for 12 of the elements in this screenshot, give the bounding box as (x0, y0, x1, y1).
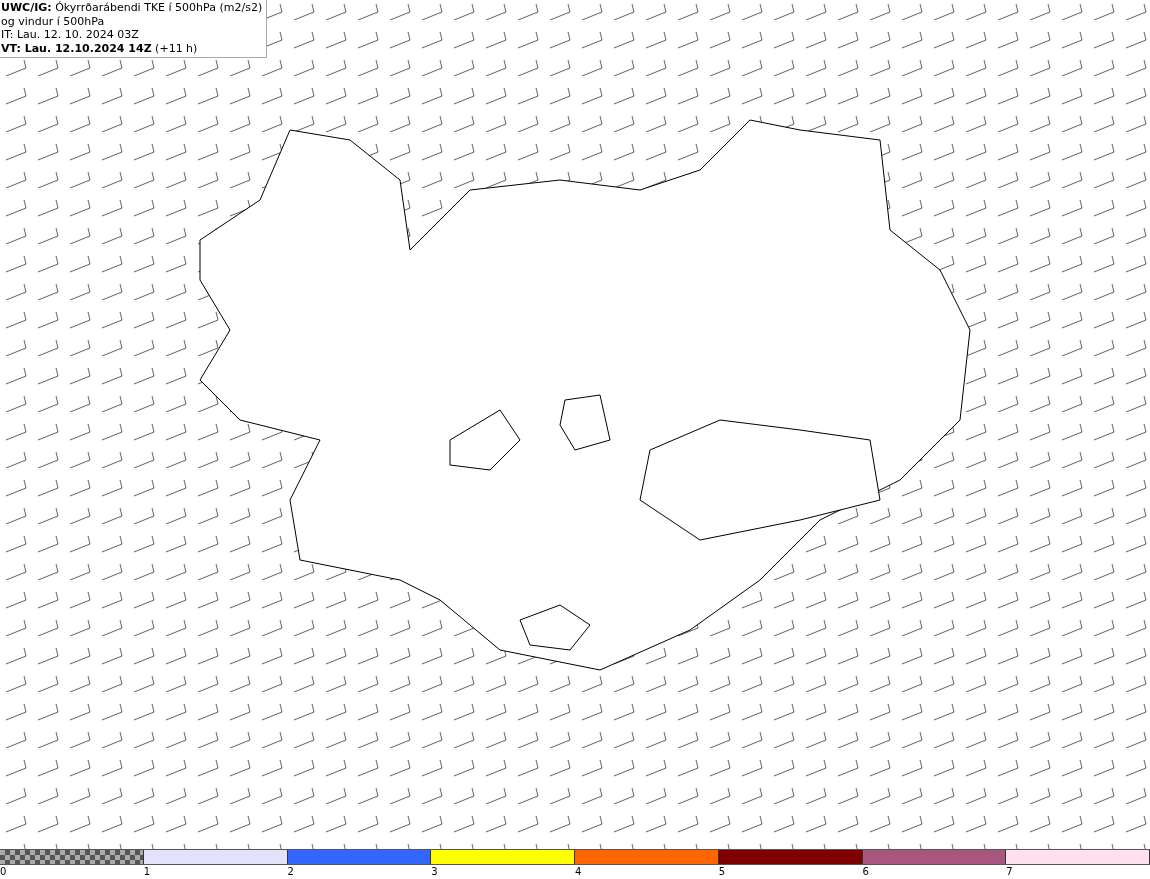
colorbar-tick-label: 7 (1006, 865, 1013, 879)
legend-line: IT: Lau. 12. 10. 2024 03Z (1, 28, 140, 42)
legend-line: UWC/IG: Ókyrrðarábendi TKE í 500hPa (m2/s2) (1, 1, 263, 15)
colorbar-tick-label: 2 (287, 865, 294, 879)
colorbar-tick-label: 1 (143, 865, 151, 879)
colorbar-tick-label: 5 (718, 865, 726, 879)
colorbar-tick-label: 4 (575, 865, 582, 879)
colorbar-tick-label: 6 (862, 865, 869, 879)
colorbar-tick-label: 0 (0, 865, 7, 879)
colorbar-tick-label: 3 (431, 865, 438, 879)
legend-line: og vindur í 500hPa (1, 14, 106, 28)
legend-line: VT: Lau. 12.10.2024 14Z (+11 h) (1, 41, 199, 55)
